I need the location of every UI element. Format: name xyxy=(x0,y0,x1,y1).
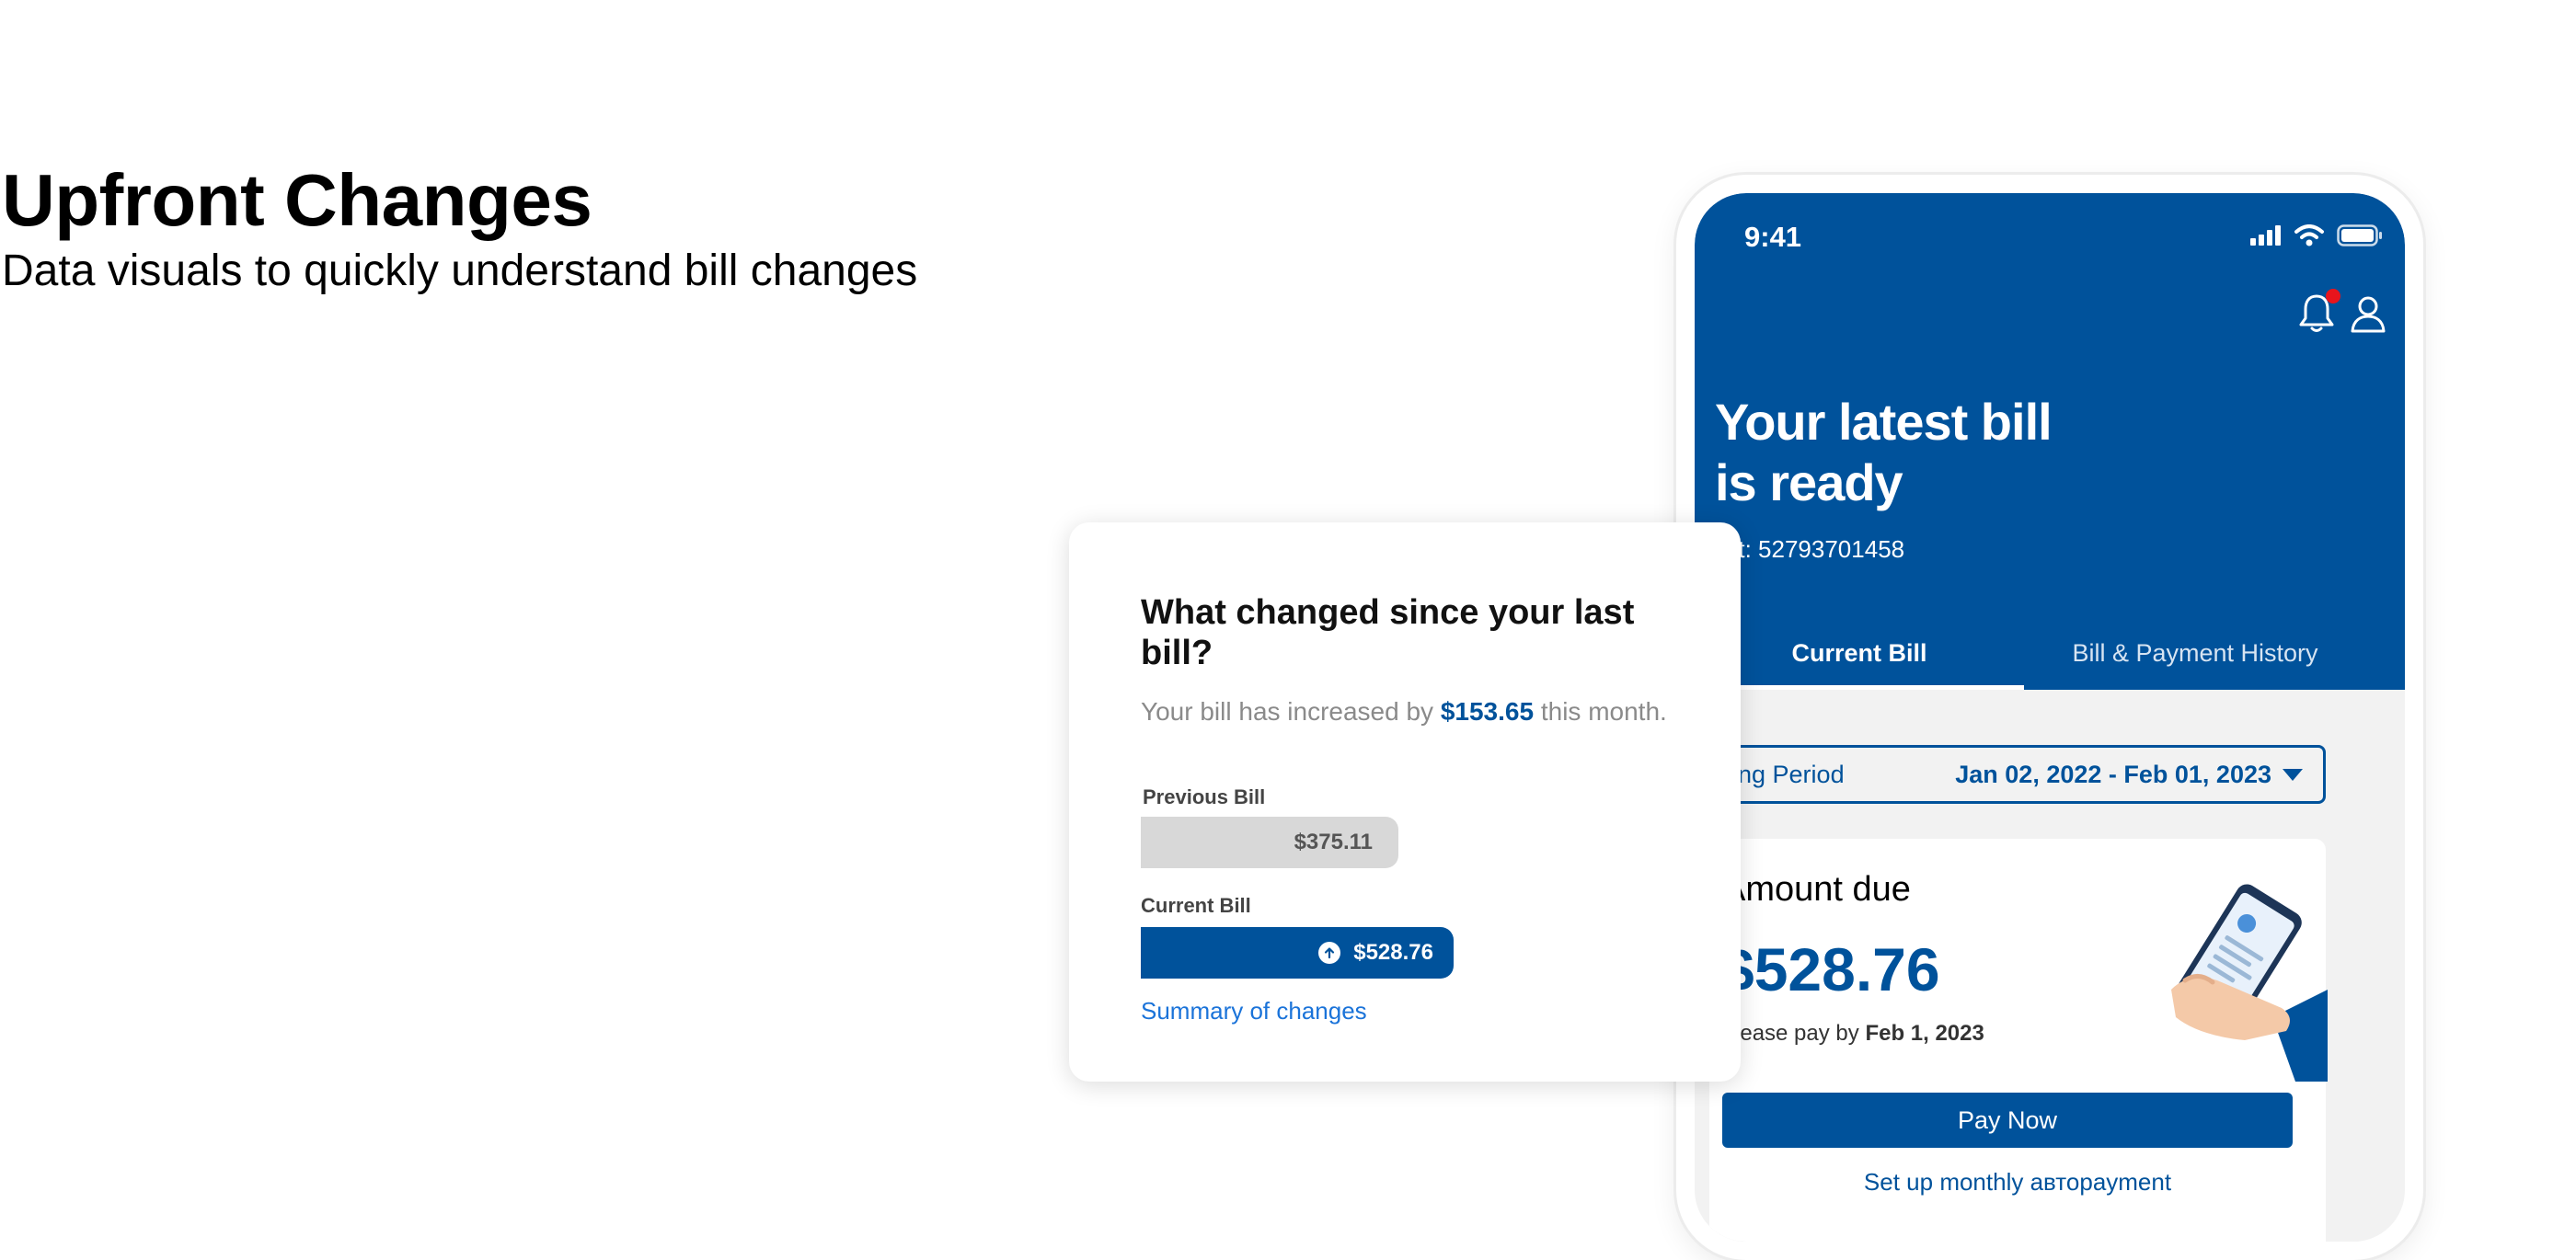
arrow-up-icon xyxy=(1318,942,1341,964)
current-bill-bar: $528.76 xyxy=(1141,927,1454,979)
bell-icon[interactable] xyxy=(2298,289,2340,338)
changes-description: Your bill has increased by $153.65 this … xyxy=(1141,697,1667,727)
changes-title: What changed since your last bill? xyxy=(1141,593,1635,672)
pay-by-text: Please pay by Feb 1, 2023 xyxy=(1720,1021,1984,1047)
pay-by-date: Feb 1, 2023 xyxy=(1865,1021,1984,1046)
tab-bill-payment-history[interactable]: Bill & Payment History xyxy=(2024,635,2366,690)
autopay-link[interactable]: Set up monthly автоpayment xyxy=(1709,1168,2326,1197)
billing-period-select[interactable]: Billing Period Jan 02, 2022 - Feb 01, 20… xyxy=(1699,745,2326,804)
phone-mockup: 9:41 Your latest bill is ready ccount: 5… xyxy=(1676,175,2423,1260)
page-subtitle: Data visuals to quickly understand bill … xyxy=(2,246,918,295)
bill-tabs: Current Bill Bill & Payment History xyxy=(1695,635,2405,690)
changes-increase-amount: $153.65 xyxy=(1440,697,1535,726)
phone-in-hand-illustration xyxy=(2134,879,2328,1086)
page-title: Upfront Changes xyxy=(2,159,592,241)
signal-icon xyxy=(2250,225,2282,250)
amount-due-label: Amount due xyxy=(1722,870,1911,909)
bill-ready-title: Your latest bill is ready xyxy=(1715,393,2053,511)
summary-of-changes-link[interactable]: Summary of changes xyxy=(1141,997,1367,1025)
user-icon[interactable] xyxy=(2350,294,2386,338)
changes-desc-suffix: this month. xyxy=(1540,697,1667,726)
chevron-down-icon xyxy=(2283,768,2303,781)
billing-period-value: Jan 02, 2022 - Feb 01, 2023 xyxy=(1955,760,2271,788)
current-bill-value: $528.76 xyxy=(1353,940,1433,965)
status-time: 9:41 xyxy=(1744,221,1802,253)
previous-bill-bar: $375.11 xyxy=(1141,817,1398,868)
status-icons xyxy=(2250,224,2383,251)
pay-by-prefix: Please pay by xyxy=(1720,1021,1859,1046)
pay-now-button[interactable]: Pay Now xyxy=(1722,1093,2293,1148)
page-heading: Upfront Changes Data visuals to quickly … xyxy=(2,158,917,298)
battery-icon xyxy=(2337,224,2383,251)
previous-bill-label: Previous Bill xyxy=(1143,785,1266,808)
tab-current-bill[interactable]: Current Bill xyxy=(1695,635,2024,690)
changes-desc-prefix: Your bill has increased by xyxy=(1141,697,1434,726)
previous-bill-value: $375.11 xyxy=(1294,830,1373,854)
amount-due-value: $528.76 xyxy=(1720,935,1940,1003)
wifi-icon xyxy=(2294,224,2324,251)
amount-due-card: Amount due $528.76 Please pay by Feb 1, … xyxy=(1709,839,2328,1242)
bill-changes-card: What changed since your last bill? Your … xyxy=(1069,522,1741,1082)
bill-header: 9:41 Your latest bill is ready ccount: 5… xyxy=(1695,193,2405,690)
current-bill-label: Current Bill xyxy=(1141,894,1251,917)
notification-dot xyxy=(2326,289,2340,304)
